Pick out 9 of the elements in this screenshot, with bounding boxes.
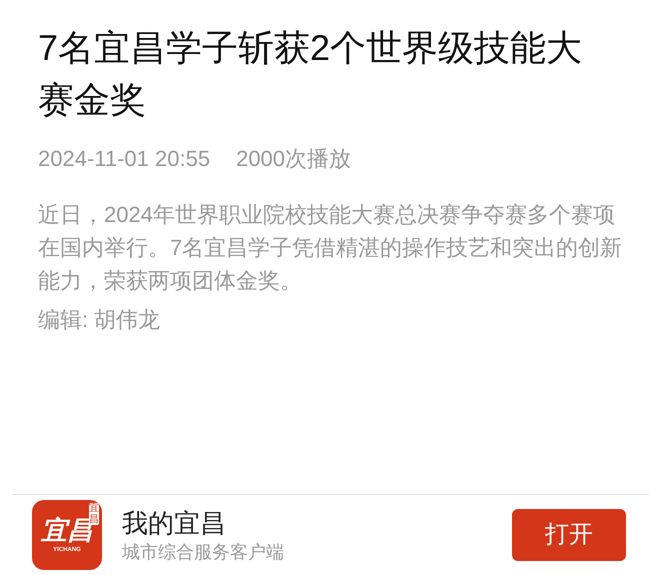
publish-date: 2024-11-01 20:55 — [38, 145, 210, 173]
open-button[interactable]: 打开 — [512, 509, 626, 561]
article-title: 7名宜昌学子斩获2个世界级技能大赛金奖 — [38, 26, 584, 122]
play-count: 2000次播放 — [236, 145, 352, 173]
logo-seal: 宜昌 — [89, 503, 99, 525]
app-tagline: 城市综合服务客户端 — [122, 541, 284, 564]
app-name: 我的宜昌 — [122, 507, 227, 540]
article-summary: 近日，2024年世界职业院校技能大赛总决赛争夺赛多个赛项在国内举行。7名宜昌学子凭借精湛的操作技艺和突出的创新能力，荣获两项团体金奖。 — [38, 201, 623, 295]
editor-credit: 编辑: 胡伟龙 — [38, 306, 162, 334]
